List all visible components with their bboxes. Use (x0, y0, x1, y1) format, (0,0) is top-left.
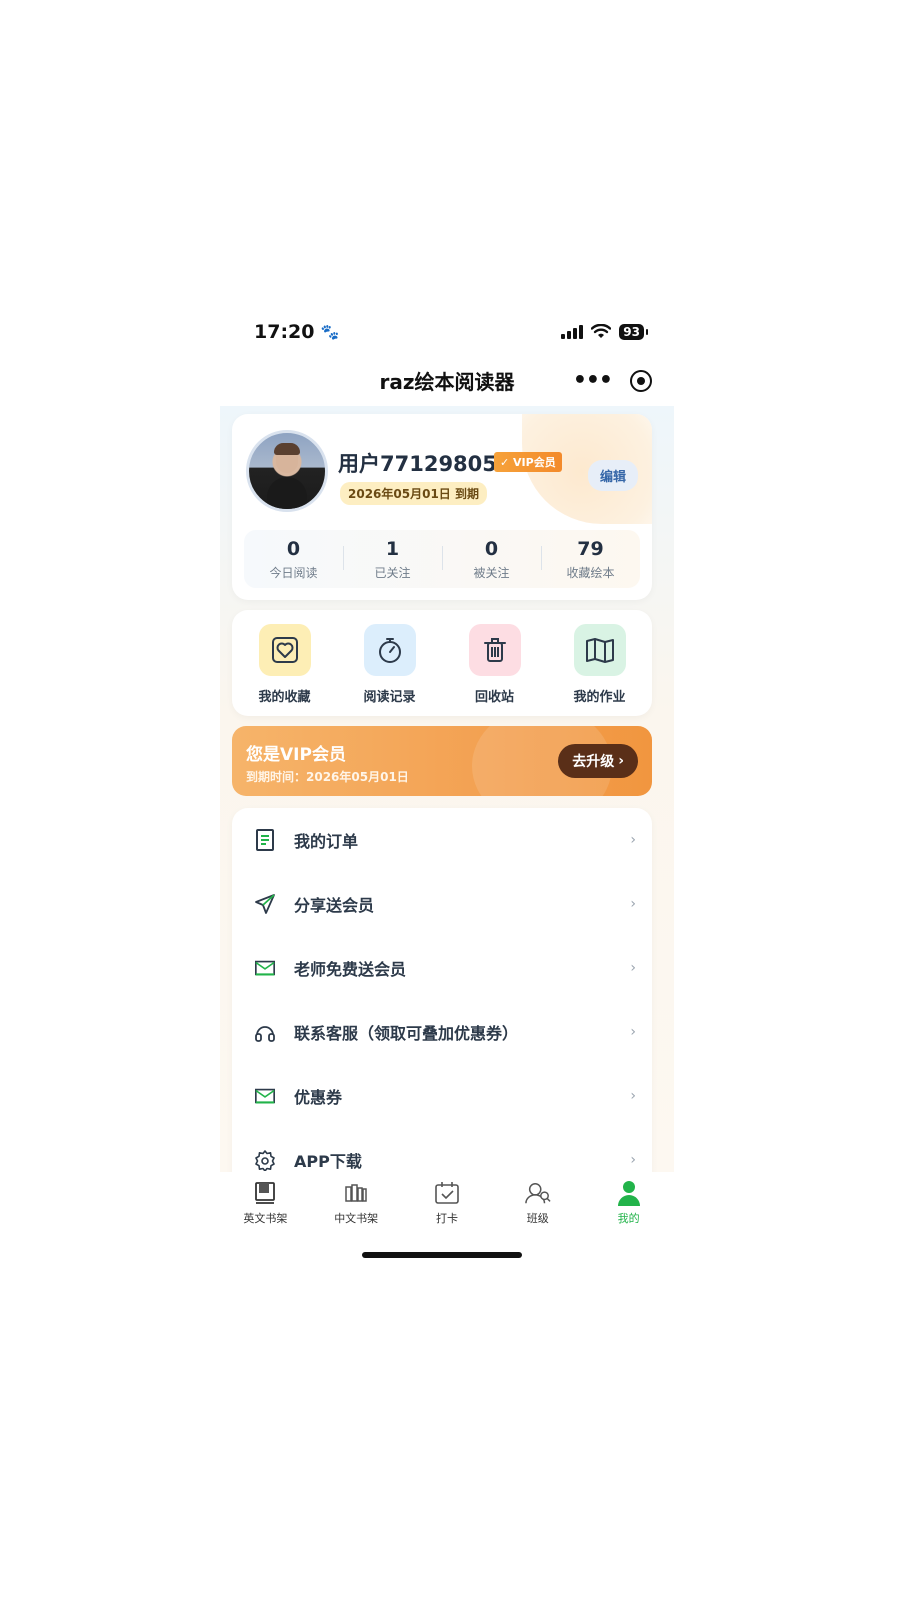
menu-item-teacher-free-vip[interactable]: 老师免费送会员 › (232, 936, 652, 1000)
stat-value: 1 (385, 537, 400, 560)
stats-row: 0 今日阅读 1 已关注 0 被关注 79 收藏绘本 (244, 530, 640, 588)
heart-box-icon (258, 624, 311, 676)
username: 用户77129805 (338, 452, 497, 476)
tab-class[interactable]: 班级 (492, 1172, 583, 1232)
expiry-badge: 2026年05月01日 到期 (340, 482, 487, 505)
cellular-signal-icon (561, 325, 584, 339)
status-time-group: 17:20 🐾 (254, 321, 339, 343)
menu-item-customer-service[interactable]: 联系客服（领取可叠加优惠券） › (232, 1000, 652, 1064)
menu-item-share[interactable]: 分享送会员 › (232, 872, 652, 936)
target-close-icon[interactable] (630, 370, 652, 392)
user-icon (616, 1180, 642, 1206)
edit-profile-button[interactable]: 编辑 (587, 460, 638, 491)
battery-level: 93 (619, 324, 648, 340)
tab-label: 打卡 (435, 1212, 458, 1225)
menu-label: 我的订单 (294, 832, 359, 851)
mini-program-nav-bar: raz绘本阅读器 ••• (220, 358, 674, 402)
stat-label: 已关注 (374, 565, 411, 580)
action-label: 我的作业 (573, 690, 626, 705)
vip-banner-expiry: 到期时间：2026年05月01日 (246, 770, 409, 784)
menu-item-orders[interactable]: 我的订单 › (232, 808, 652, 872)
wifi-icon (591, 324, 612, 338)
headphones-icon (254, 1021, 276, 1043)
bookshelf-icon (343, 1180, 369, 1206)
book-icon (252, 1180, 278, 1206)
stat-value: 0 (286, 537, 301, 560)
action-my-homework[interactable]: 我的作业 (547, 610, 652, 716)
menu-label: APP下载 (294, 1152, 362, 1171)
tab-english-shelf[interactable]: 英文书架 (220, 1172, 311, 1232)
action-label: 阅读记录 (363, 690, 416, 705)
status-indicators: 93 (561, 324, 648, 340)
order-doc-icon (254, 829, 276, 851)
stat-today-reading[interactable]: 0 今日阅读 (244, 530, 343, 588)
coupon-mail-icon (254, 1085, 276, 1107)
chevron-right-icon: › (630, 1024, 636, 1040)
status-time: 17:20 (254, 321, 315, 343)
stat-following[interactable]: 1 已关注 (343, 530, 442, 588)
calendar-check-icon (434, 1180, 460, 1206)
chevron-right-icon: › (618, 753, 624, 769)
profile-card: 用户77129805 ✓ VIP会员 2026年05月01日 到期 编辑 0 今… (232, 414, 652, 600)
upgrade-button[interactable]: 去升级 › (558, 744, 638, 778)
menu-label: 优惠券 (294, 1088, 343, 1107)
stat-favorite-books[interactable]: 79 收藏绘本 (541, 530, 640, 588)
vip-badge-label: VIP会员 (513, 456, 556, 469)
menu-label: 老师免费送会员 (294, 960, 407, 979)
tab-label: 中文书架 (334, 1212, 379, 1225)
status-bar: 17:20 🐾 93 (220, 310, 674, 354)
tab-label: 班级 (526, 1212, 549, 1225)
stat-label: 收藏绘本 (566, 565, 615, 580)
chevron-right-icon: › (630, 1088, 636, 1104)
tab-label: 英文书架 (243, 1212, 288, 1225)
tab-label: 我的 (617, 1212, 640, 1225)
chevron-right-icon: › (630, 896, 636, 912)
stat-label: 今日阅读 (269, 565, 318, 580)
vip-banner-title: 您是VIP会员 (246, 745, 346, 765)
menu-list: 我的订单 › 分享送会员 › 老师免费送会员 › 联系客服（领取可叠加优惠券） … (232, 808, 652, 1176)
tab-check-in[interactable]: 打卡 (402, 1172, 493, 1232)
chevron-right-icon: › (630, 1152, 636, 1168)
menu-item-coupons[interactable]: 优惠券 › (232, 1064, 652, 1128)
menu-item-app-download[interactable]: APP下载 › (232, 1128, 652, 1176)
book-open-icon (573, 624, 626, 676)
avatar[interactable] (246, 430, 328, 512)
page-title: raz绘本阅读器 (379, 369, 515, 394)
home-indicator[interactable] (362, 1252, 522, 1258)
stat-label: 被关注 (473, 565, 510, 580)
more-dots-icon[interactable]: ••• (573, 368, 613, 393)
trash-icon (468, 624, 521, 676)
stopwatch-icon (363, 624, 416, 676)
gear-icon (254, 1149, 276, 1171)
main-content[interactable]: 用户77129805 ✓ VIP会员 2026年05月01日 到期 编辑 0 今… (220, 406, 674, 1176)
chevron-right-icon: › (630, 960, 636, 976)
upgrade-button-label: 去升级 (572, 754, 615, 770)
quick-actions-card: 我的收藏 阅读记录 回收站 我的作业 (232, 610, 652, 716)
menu-label: 联系客服（领取可叠加优惠券） (294, 1024, 519, 1043)
tab-chinese-shelf[interactable]: 中文书架 (311, 1172, 402, 1232)
phone-screen: 17:20 🐾 93 raz绘本阅读器 ••• 用户77129805 ✓ VIP… (220, 310, 674, 1290)
bottom-tab-bar: 英文书架 中文书架 打卡 班级 我的 (220, 1172, 674, 1232)
chevron-right-icon: › (630, 832, 636, 848)
action-label: 我的收藏 (258, 690, 311, 705)
stat-value: 79 (577, 537, 604, 560)
action-reading-history[interactable]: 阅读记录 (337, 610, 442, 716)
class-users-icon (524, 1180, 551, 1206)
send-icon (254, 893, 276, 915)
vip-badge: ✓ VIP会员 (494, 452, 562, 472)
action-label: 回收站 (474, 690, 514, 705)
action-favorites[interactable]: 我的收藏 (232, 610, 337, 716)
menu-label: 分享送会员 (294, 896, 375, 915)
action-recycle-bin[interactable]: 回收站 (442, 610, 547, 716)
tab-mine[interactable]: 我的 (583, 1172, 674, 1232)
paw-icon: 🐾 (320, 323, 340, 341)
vip-banner[interactable]: 您是VIP会员 到期时间：2026年05月01日 去升级 › (232, 726, 652, 796)
mail-icon (254, 957, 276, 979)
stat-followers[interactable]: 0 被关注 (442, 530, 541, 588)
stat-value: 0 (484, 537, 499, 560)
